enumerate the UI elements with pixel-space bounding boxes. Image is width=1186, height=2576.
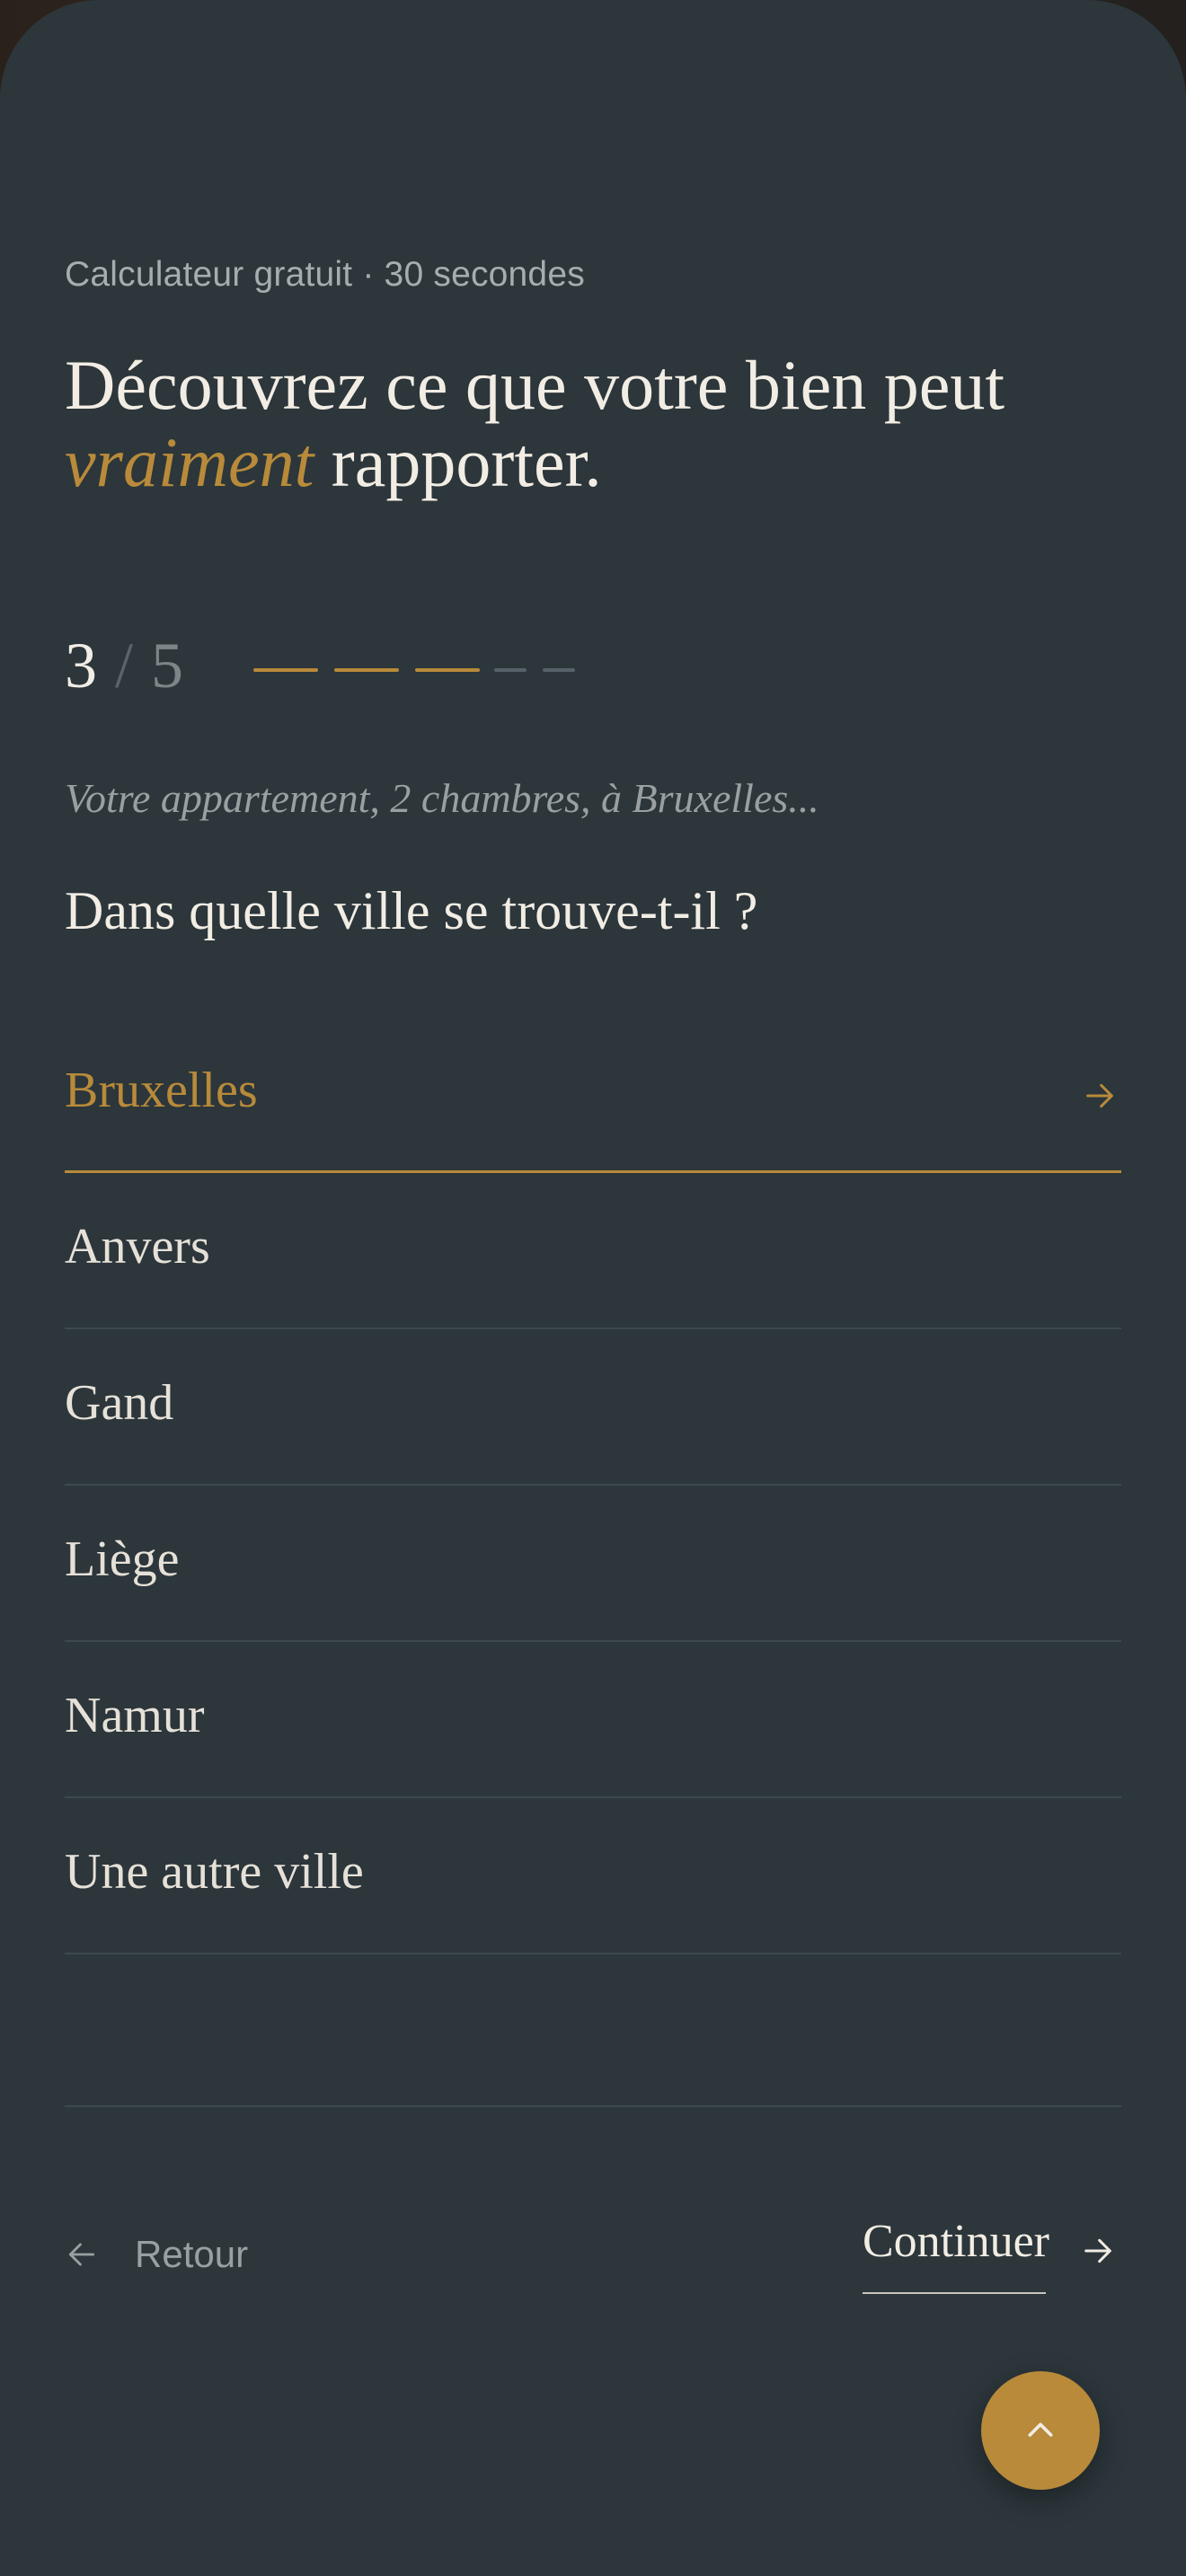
progress-segment-4 xyxy=(494,668,527,672)
question-title: Dans quelle ville se trouve-t-il ? xyxy=(65,881,758,940)
back-label: Retour xyxy=(135,2233,249,2275)
option-anvers[interactable]: Anvers xyxy=(65,1173,1121,1329)
headline-accent: vraiment xyxy=(65,423,314,501)
footer-divider xyxy=(65,2105,1121,2107)
option-label: Gand xyxy=(65,1375,174,1431)
arrow-left-icon xyxy=(68,2243,95,2266)
question-context: Votre appartement, 2 chambres, à Bruxell… xyxy=(65,775,819,821)
page-title: Découvrez ce que votre bien peut vraiment… xyxy=(65,347,1134,501)
back-button[interactable]: Retour xyxy=(65,2228,248,2281)
calculator-card: Calculateur gratuit · 30 secondes Découv… xyxy=(0,0,1186,2576)
eyebrow-text: Calculateur gratuit · 30 secondes xyxy=(65,255,585,294)
step-current: 3 xyxy=(65,630,97,701)
chevron-up-icon xyxy=(1028,2422,1053,2437)
arrow-right-icon xyxy=(1084,2238,1111,2263)
continue-underline xyxy=(863,2292,1046,2294)
option-label: Namur xyxy=(65,1688,205,1743)
progress-segment-3 xyxy=(415,668,480,672)
option-label: Liège xyxy=(65,1531,180,1587)
progress-segment-5 xyxy=(543,668,575,672)
option-label: Une autre ville xyxy=(65,1844,364,1900)
option-gand[interactable]: Gand xyxy=(65,1329,1121,1486)
continue-label: Continuer xyxy=(863,2216,1049,2267)
headline-part1: Découvrez ce que votre bien peut xyxy=(65,346,1005,424)
option-label: Anvers xyxy=(65,1219,210,1275)
step-separator: / xyxy=(115,630,134,701)
city-options-list: Bruxelles Anvers Gand Liège Namur Une au… xyxy=(65,1017,1121,1954)
option-label: Bruxelles xyxy=(65,1063,258,1118)
arrow-right-icon xyxy=(1086,1083,1113,1108)
option-bruxelles[interactable]: Bruxelles xyxy=(65,1017,1121,1173)
option-autre-ville[interactable]: Une autre ville xyxy=(65,1798,1121,1954)
headline-part2: rapporter. xyxy=(331,423,602,501)
progress-segment-2 xyxy=(334,668,399,672)
step-total: 5 xyxy=(151,630,184,701)
progress-segment-1 xyxy=(253,668,318,672)
step-counter: 3 /5 xyxy=(65,629,183,703)
scroll-to-top-button[interactable] xyxy=(981,2371,1100,2490)
option-liege[interactable]: Liège xyxy=(65,1486,1121,1642)
option-namur[interactable]: Namur xyxy=(65,1642,1121,1798)
